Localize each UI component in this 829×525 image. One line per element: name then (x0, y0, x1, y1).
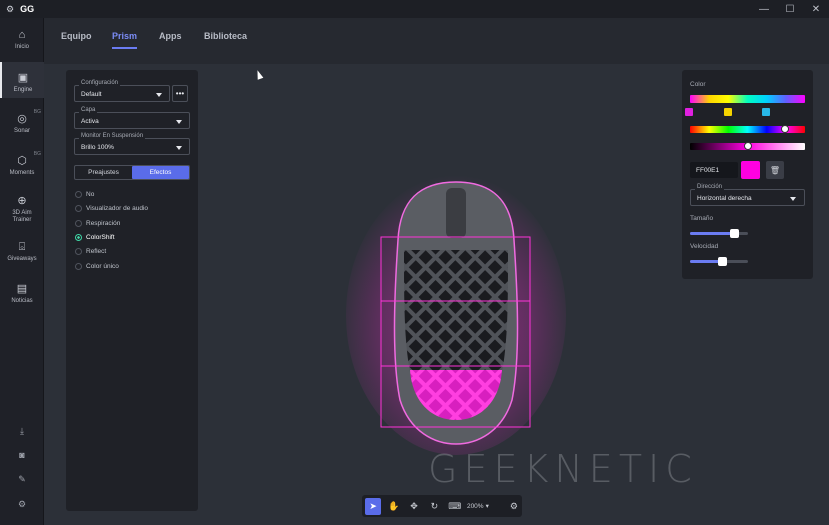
chevron-down-icon (156, 93, 162, 97)
color-preview-swatch[interactable] (741, 161, 760, 179)
pointer-icon[interactable]: ➤ (365, 497, 382, 515)
segment-preajustes[interactable]: Preajustes (75, 166, 132, 179)
capa-value: Activa (81, 118, 99, 125)
speed-slider[interactable] (690, 257, 748, 266)
monitor-select[interactable]: Monitor En Suspensión Brillo 100% (74, 133, 190, 155)
direction-label: Dirección (695, 184, 725, 190)
gradient-stop-1[interactable] (685, 108, 693, 116)
chevron-down-icon (176, 120, 182, 124)
right-color-panel: Color FF00E1 🗑 Dirección Horizontal dere… (682, 70, 813, 279)
radio-icon (75, 191, 82, 198)
effect-label: Respiración (86, 220, 121, 227)
config-value: Default (81, 91, 102, 98)
effect-label: No (86, 191, 95, 198)
hue-handle[interactable] (781, 125, 789, 133)
config-select[interactable]: Configuración Default (74, 80, 170, 102)
radio-icon (75, 220, 82, 227)
effect-label: ColorShift (86, 234, 115, 241)
trash-icon[interactable]: 🗑 (766, 161, 784, 179)
move-icon[interactable]: ✥ (406, 498, 422, 515)
chevron-down-icon: ▾ (485, 503, 489, 510)
segment-efectos[interactable]: Efectos (132, 166, 189, 179)
radio-icon (75, 248, 82, 255)
scroll-wheel (446, 188, 466, 238)
canvas-toolbar: ➤ ✋ ✥ ↻ ⌨ 200% ▾ ⚙ (362, 495, 522, 517)
direction-select[interactable]: Dirección Horizontal derecha (690, 184, 805, 206)
effect-option-color-unico[interactable]: Color único (75, 263, 119, 270)
hex-input[interactable]: FF00E1 (690, 162, 738, 178)
config-label: Configuración (79, 80, 121, 86)
size-slider-fill (690, 232, 734, 235)
size-slider-handle[interactable] (729, 229, 739, 238)
gradient-preview-bar[interactable] (690, 95, 805, 103)
settings-icon[interactable]: ⚙ (506, 498, 522, 515)
direction-value: Horizontal derecha (697, 195, 752, 202)
speed-label: Velocidad (690, 243, 719, 250)
effect-option-visualizador[interactable]: Visualizador de audio (75, 205, 148, 212)
capa-select[interactable]: Capa Activa (74, 107, 190, 129)
gradient-stop-2[interactable] (724, 108, 732, 116)
more-options-button[interactable]: ••• (172, 85, 188, 102)
color-label: Color (690, 81, 706, 88)
effect-label: Visualizador de audio (86, 205, 149, 212)
gradient-stop-3[interactable] (762, 108, 770, 116)
effect-label: Color único (86, 263, 119, 270)
keyboard-icon[interactable]: ⌨ (447, 498, 463, 515)
effect-option-respiracion[interactable]: Respiración (75, 220, 120, 227)
radio-icon (75, 263, 82, 270)
speed-slider-handle[interactable] (717, 257, 727, 266)
size-label: Tamaño (690, 215, 714, 222)
rotate-icon[interactable]: ↻ (426, 498, 442, 515)
zoom-select[interactable]: 200% ▾ (466, 502, 502, 511)
chevron-down-icon (790, 197, 796, 201)
effect-label: Reflect (86, 248, 107, 255)
size-slider[interactable] (690, 229, 748, 238)
monitor-label: Monitor En Suspensión (79, 133, 146, 139)
capa-label: Capa (79, 107, 98, 113)
hand-icon[interactable]: ✋ (385, 498, 401, 515)
radio-selected-icon (75, 234, 82, 241)
radio-icon (75, 205, 82, 212)
effect-option-reflect[interactable]: Reflect (75, 248, 106, 255)
left-config-panel: Configuración Default Capa Activa Monito… (66, 70, 198, 511)
mode-segment: Preajustes Efectos (74, 165, 190, 180)
mouse-mesh (404, 250, 508, 372)
zoom-value: 200% (466, 502, 484, 510)
watermark: GEEKNETIC (428, 447, 698, 491)
brightness-handle[interactable] (744, 142, 752, 150)
effect-option-colorshift[interactable]: ColorShift (75, 234, 115, 241)
effect-option-no[interactable]: No (75, 191, 94, 198)
monitor-value: Brillo 100% (81, 144, 114, 151)
chevron-down-icon (176, 146, 182, 150)
